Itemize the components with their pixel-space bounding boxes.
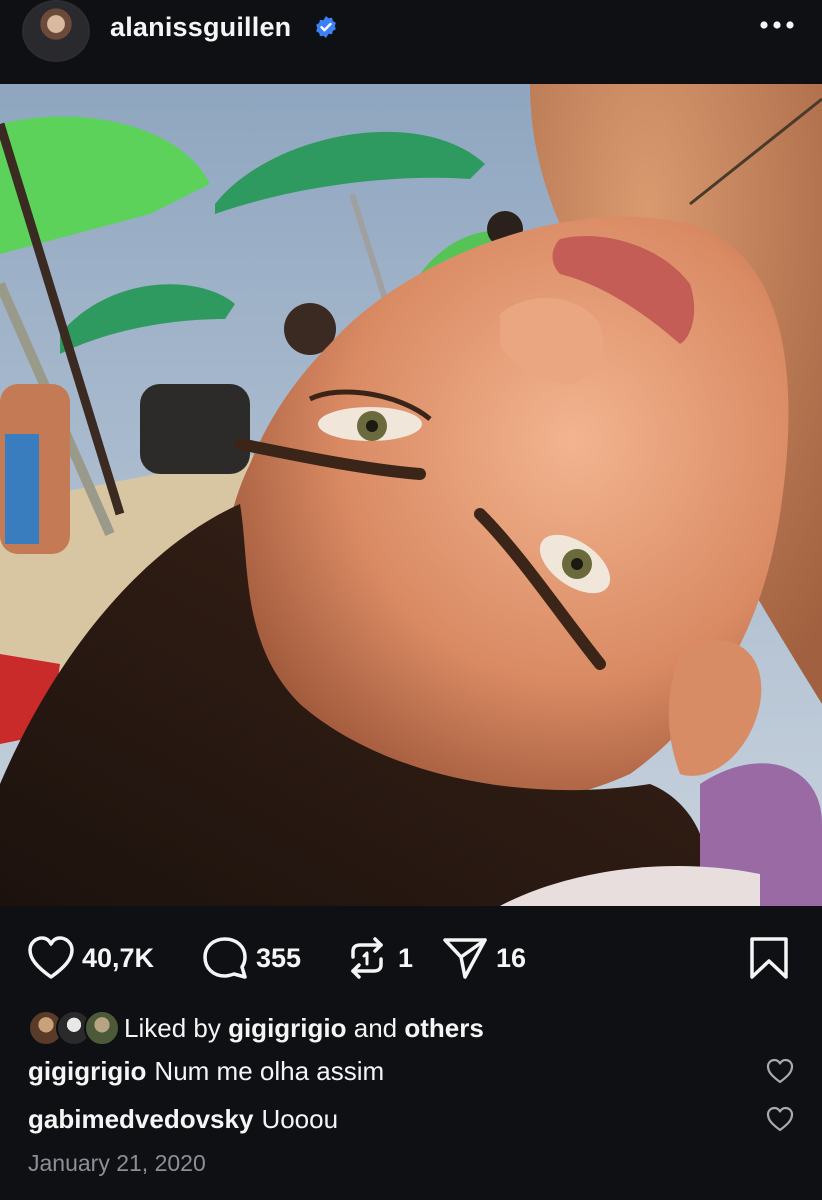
liked-by-avatars [28, 1010, 122, 1046]
send-icon [440, 934, 490, 982]
more-options-icon[interactable] [756, 10, 798, 40]
post-image[interactable] [0, 84, 822, 906]
comment-row: gigigrigio Num me olha assim [28, 1054, 384, 1088]
repost-icon [342, 934, 392, 982]
save-action[interactable] [744, 934, 794, 982]
comment-text: Num me olha assim [154, 1055, 385, 1086]
author-username[interactable]: alanissguillen [110, 12, 291, 43]
shares-count: 16 [496, 942, 527, 973]
post-date: January 21, 2020 [28, 1150, 206, 1176]
liked-by-text: Liked by gigigrigio and others [124, 1012, 484, 1043]
liker-avatar-3 [84, 1010, 120, 1046]
comment-text: Uooou [261, 1103, 339, 1134]
heart-icon [26, 934, 76, 982]
comment-username[interactable]: gigigrigio [28, 1056, 146, 1087]
post-header: alanissguillen [0, 0, 822, 84]
liked-by-row[interactable]: Liked by gigigrigio and others [28, 1010, 484, 1046]
reposts-count: 1 [398, 942, 414, 973]
share-action[interactable]: 16 [440, 934, 526, 982]
liked-by-others[interactable]: others [404, 1013, 483, 1043]
author-avatar[interactable] [22, 0, 90, 62]
comment-bubble-icon [200, 934, 250, 982]
like-action[interactable]: 40,7K [26, 934, 154, 982]
post-actions: 40,7K 355 1 16 [0, 906, 822, 1010]
comment-like-heart-icon[interactable] [766, 1058, 794, 1084]
liked-by-user[interactable]: gigigrigio [228, 1013, 346, 1043]
comment-like-heart-icon[interactable] [766, 1106, 794, 1132]
comments-count: 355 [256, 942, 302, 973]
comment-username[interactable]: gabimedvedovsky [28, 1104, 253, 1135]
verified-badge-icon [316, 16, 336, 38]
bookmark-icon [744, 934, 794, 982]
comment-row: gabimedvedovsky Uooou [28, 1102, 338, 1136]
likes-count: 40,7K [82, 942, 155, 973]
comment-action[interactable]: 355 [200, 934, 301, 982]
repost-action[interactable]: 1 [342, 934, 413, 982]
